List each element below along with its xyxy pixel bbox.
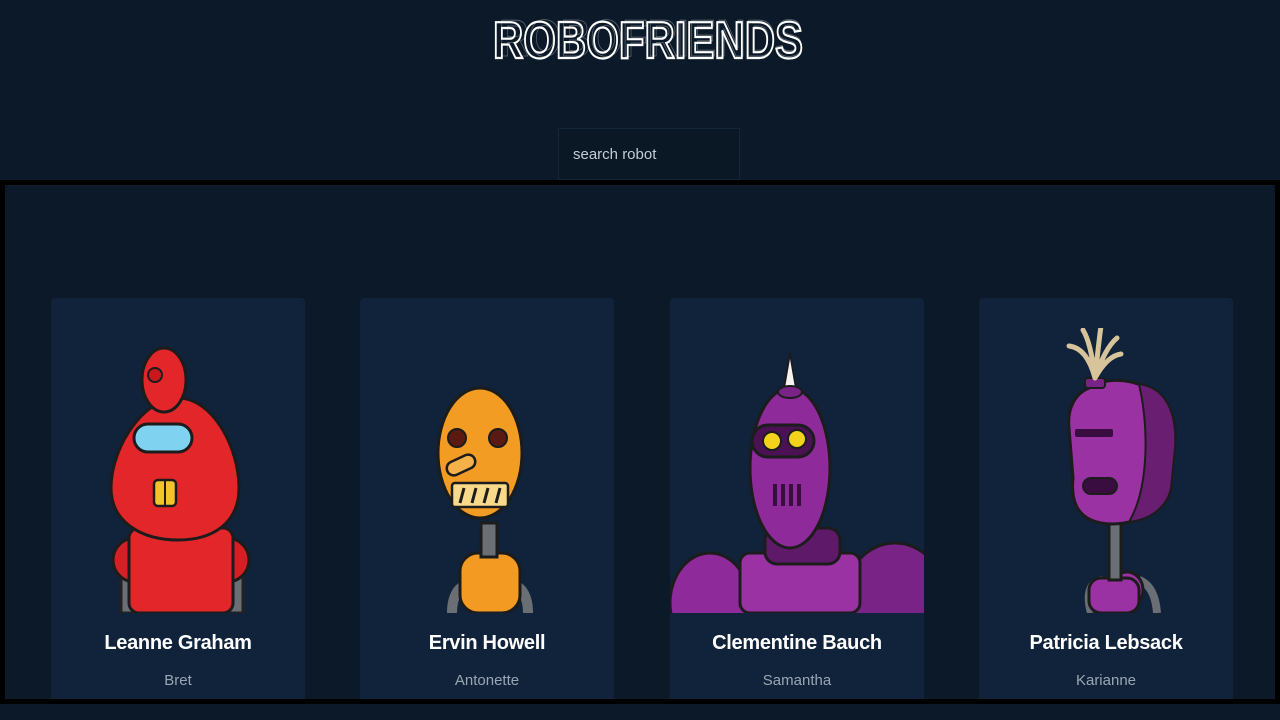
app: ROBOFRIENDS ROBOFRIENDS search robot Lea… xyxy=(0,0,1280,720)
app-title-shadow: ROBOFRIENDS xyxy=(499,10,803,66)
robot-username: Karianne xyxy=(1075,672,1137,689)
robot-card[interactable]: Clementine Bauch Samantha xyxy=(670,298,924,699)
robofriends-logo: ROBOFRIENDS ROBOFRIENDS xyxy=(492,10,804,66)
robot-card[interactable]: Leanne Graham Bret xyxy=(51,298,305,699)
robot-list-scroll[interactable]: Leanne Graham Bret Ervin Howell Antonett… xyxy=(0,180,1280,704)
robot-name: Leanne Graham xyxy=(104,632,252,654)
search-input[interactable] xyxy=(558,128,740,180)
robot-card[interactable]: Ervin Howell Antonette xyxy=(360,298,614,699)
robot-username: Bret xyxy=(164,672,192,689)
robot-avatar-image xyxy=(436,386,533,613)
robot-name: Ervin Howell xyxy=(428,632,546,654)
robot-username: Antonette xyxy=(454,672,520,689)
robot-username: Samantha xyxy=(762,672,832,689)
robot-avatar-image xyxy=(1066,328,1177,613)
robot-name: Clementine Bauch xyxy=(712,632,882,654)
robot-avatar-image xyxy=(109,346,251,613)
robot-card[interactable]: Patricia Lebsack Karianne xyxy=(979,298,1233,699)
robot-name: Patricia Lebsack xyxy=(1029,632,1183,654)
robot-avatar-image xyxy=(670,352,924,613)
